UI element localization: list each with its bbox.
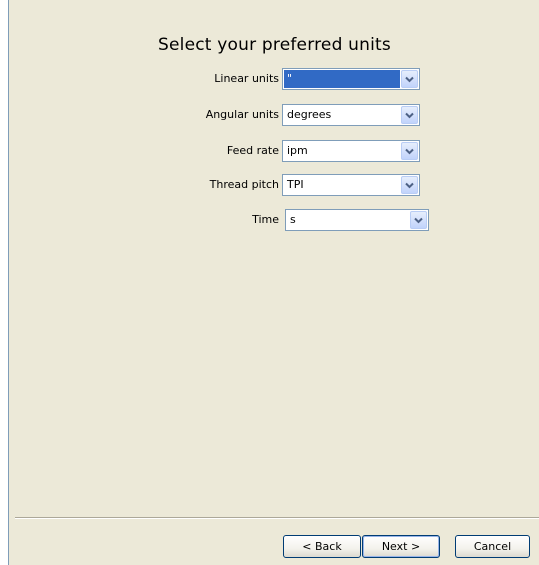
thread-pitch-dropdown-button[interactable] [401, 176, 418, 194]
chevron-down-icon [414, 217, 423, 224]
angular-units-label: Angular units [205, 108, 279, 121]
thread-pitch-row: Thread pitch TPI [169, 174, 420, 196]
footer-separator [15, 517, 539, 519]
chevron-down-icon [405, 76, 414, 83]
linear-units-value: " [284, 70, 400, 88]
angular-units-select[interactable]: degrees [282, 104, 420, 126]
feed-rate-label: Feed rate [226, 144, 279, 157]
thread-pitch-label: Thread pitch [209, 178, 279, 191]
time-select[interactable]: s [285, 209, 429, 231]
thread-pitch-select[interactable]: TPI [282, 174, 420, 196]
time-dropdown-button[interactable] [410, 211, 427, 229]
chevron-down-icon [405, 182, 414, 189]
page-title: Select your preferred units [158, 35, 391, 55]
linear-units-select[interactable]: " [282, 68, 420, 90]
chevron-down-icon [405, 148, 414, 155]
angular-units-row: Angular units degrees [169, 104, 420, 126]
feed-rate-dropdown-button[interactable] [401, 142, 418, 160]
feed-rate-select[interactable]: ipm [282, 140, 420, 162]
angular-units-dropdown-button[interactable] [401, 106, 418, 124]
units-wizard-page: Select your preferred units Linear units… [8, 0, 539, 565]
cancel-button[interactable]: Cancel [455, 535, 530, 558]
next-button[interactable]: Next > [362, 535, 440, 558]
linear-units-label: Linear units [214, 72, 279, 85]
back-button[interactable]: < Back [283, 535, 361, 558]
thread-pitch-value: TPI [287, 178, 304, 191]
linear-units-row: Linear units " [169, 68, 420, 90]
feed-rate-value: ipm [287, 144, 308, 157]
time-value: s [290, 213, 296, 226]
feed-rate-row: Feed rate ipm [169, 140, 420, 162]
linear-units-dropdown-button[interactable] [401, 70, 418, 88]
time-row: Time s [169, 209, 429, 231]
time-label: Time [252, 213, 279, 226]
chevron-down-icon [405, 112, 414, 119]
angular-units-value: degrees [287, 108, 332, 121]
